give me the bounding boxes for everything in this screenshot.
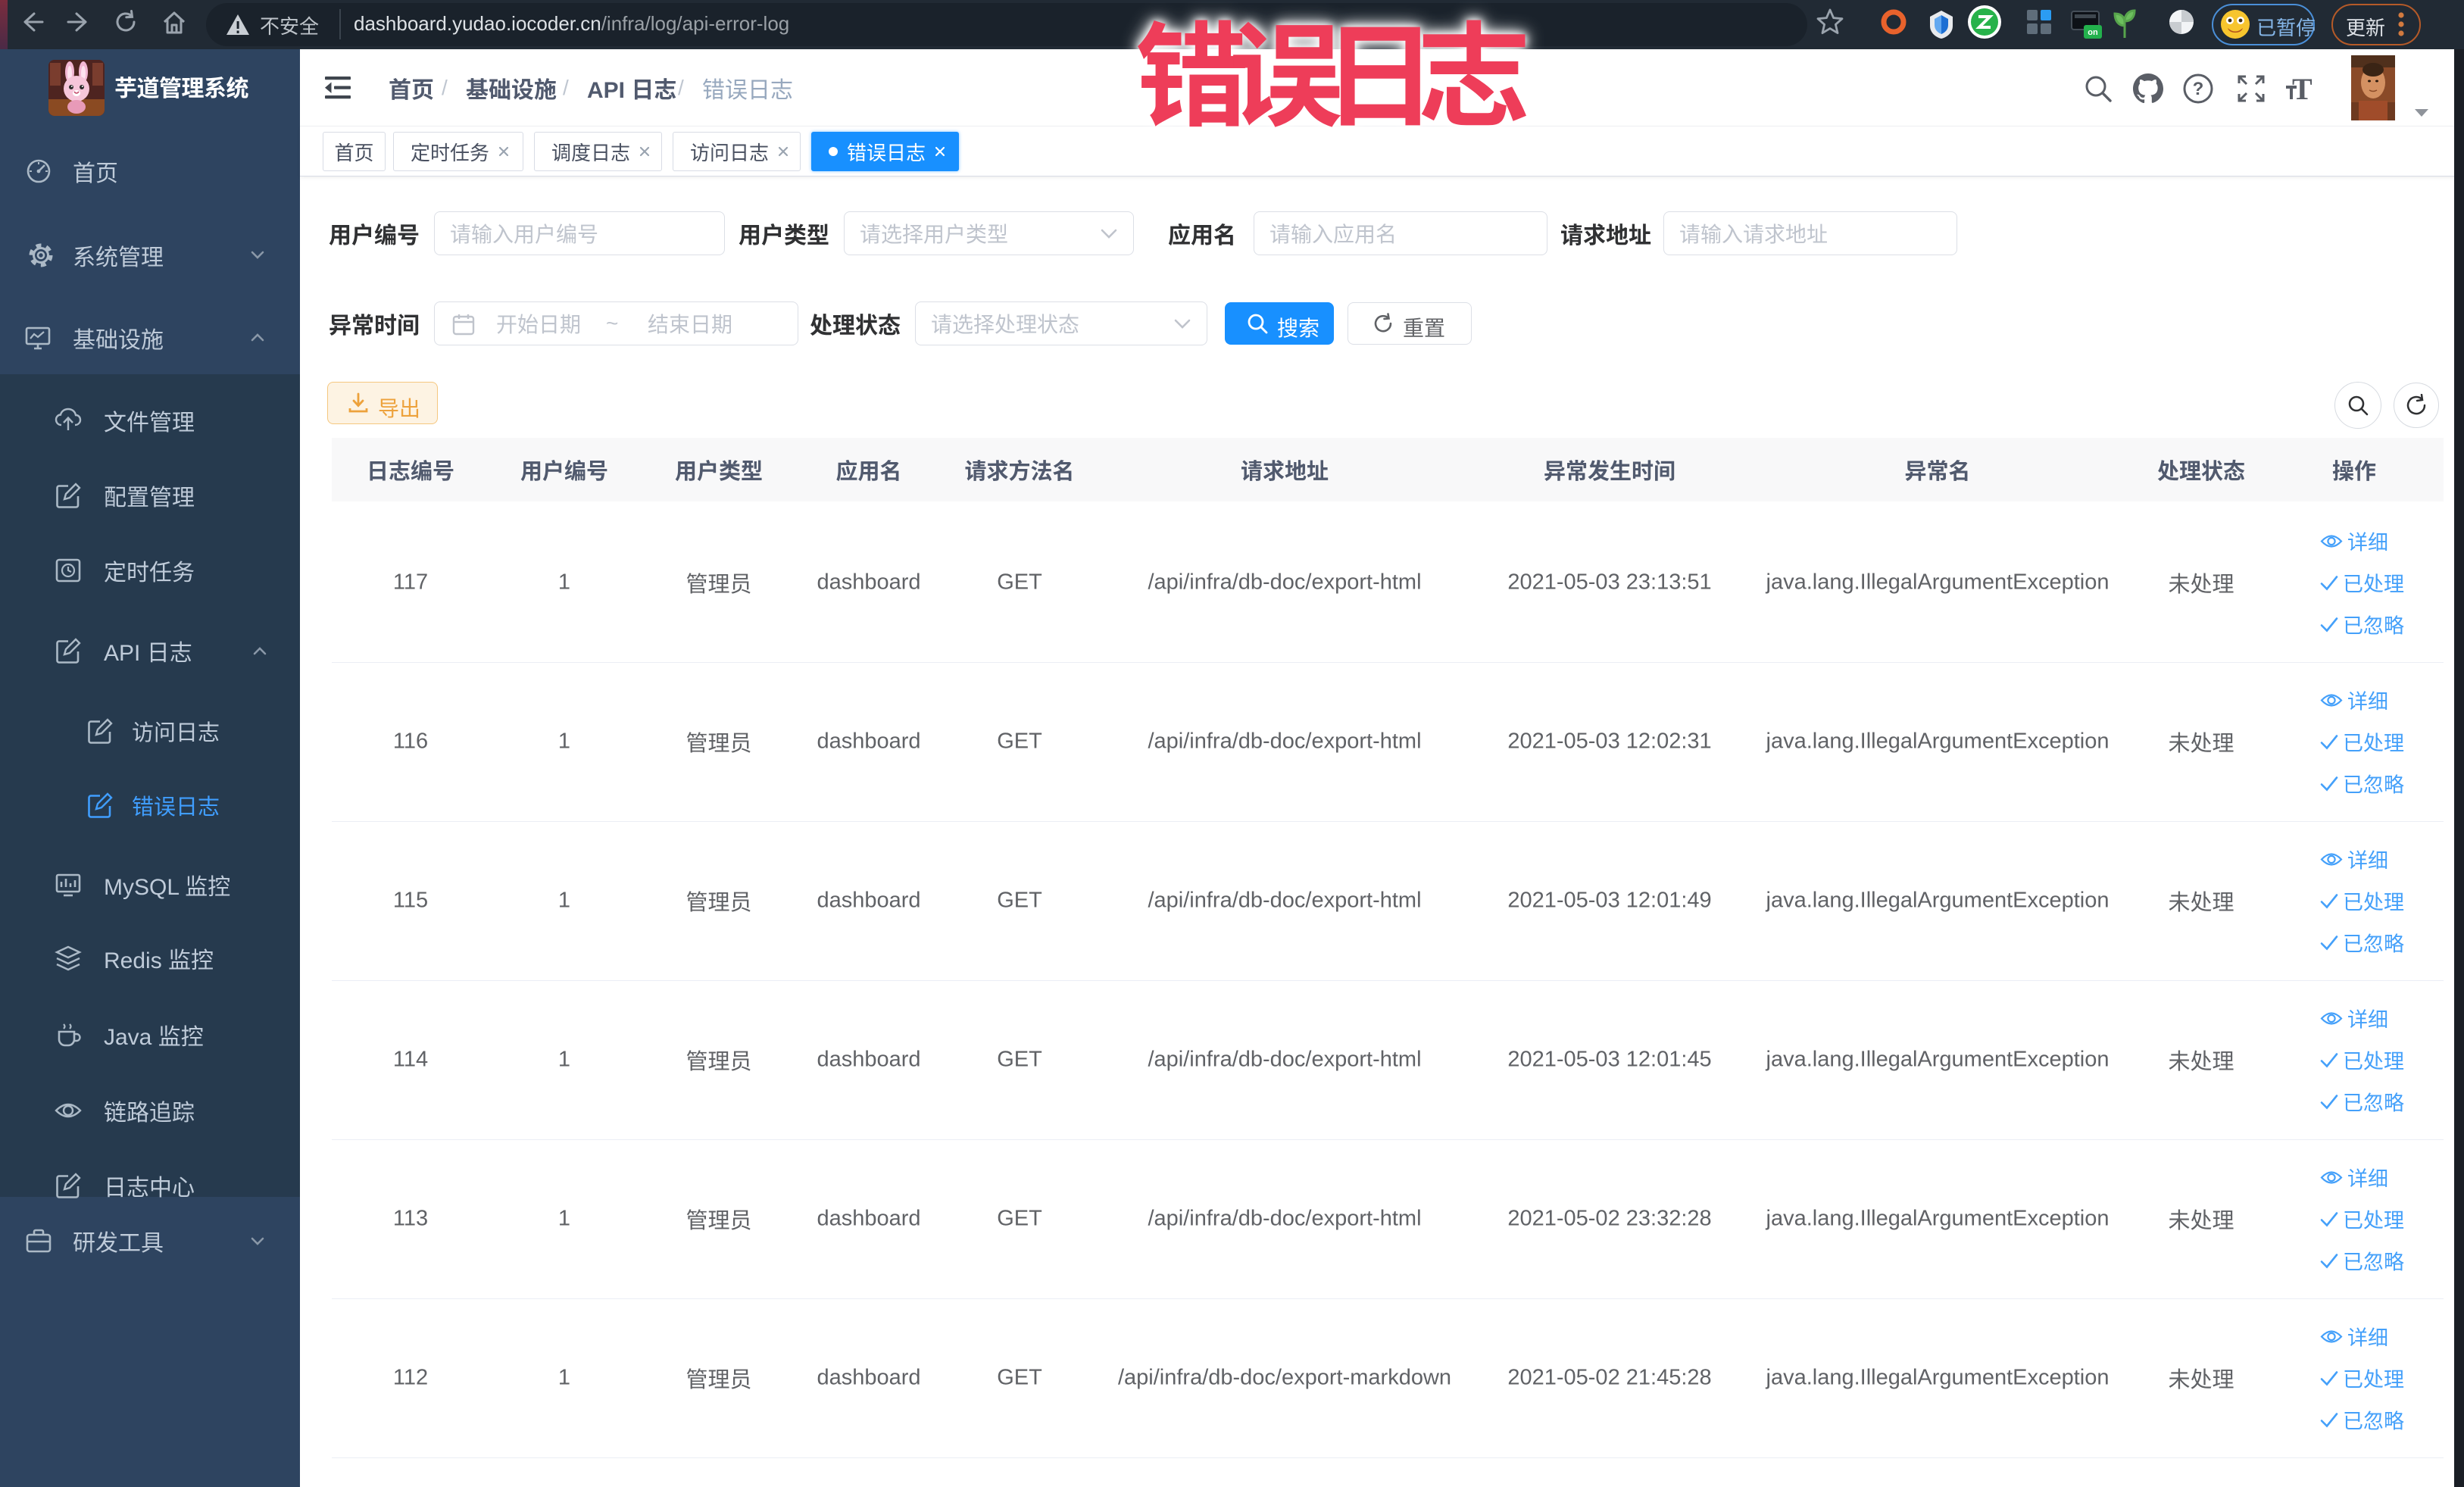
svg-text:?: ? — [2193, 79, 2204, 99]
svg-text:on: on — [2088, 28, 2098, 37]
